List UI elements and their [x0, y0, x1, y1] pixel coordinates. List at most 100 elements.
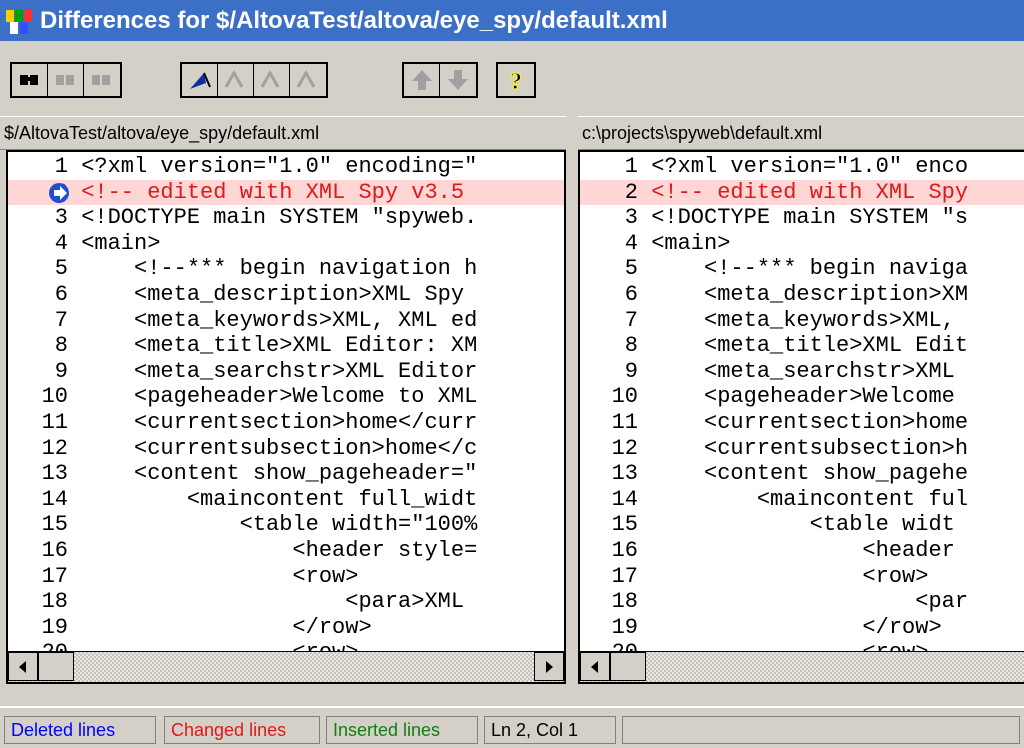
line-number: 19 — [611, 614, 638, 640]
code-line: 16 <header — [580, 538, 1024, 563]
line-number: 1 — [54, 154, 68, 179]
triangle-right-icon — [546, 660, 553, 673]
line-text: <currentsection>home</curr — [68, 410, 478, 435]
line-text: <meta_searchstr>XML — [638, 358, 969, 384]
code-line: 3 <!DOCTYPE main SYSTEM "s — [580, 205, 1024, 230]
option-b-button[interactable] — [254, 64, 290, 96]
left-diff-pane[interactable]: 20 <row>19 </row>18 <para>XML 17 <row>16… — [6, 150, 566, 684]
code-line: 16 <header style= — [8, 538, 564, 563]
line-text: <meta_title>XML Edit — [638, 333, 969, 359]
code-line: 18 <para>XML — [8, 589, 564, 614]
code-line: 9 <meta_searchstr>XML — [580, 359, 1024, 384]
line-text: <table widt — [638, 512, 955, 538]
line-number: 18 — [41, 589, 68, 615]
code-line: 15 <table widt — [580, 512, 1024, 537]
line-text: <currentsection>home — [638, 410, 969, 435]
line-number: 17 — [41, 563, 68, 589]
scroll-right-button[interactable] — [534, 652, 564, 681]
line-number: 17 — [611, 563, 638, 589]
line-text: <main> — [68, 230, 161, 256]
option-a-icon — [224, 69, 243, 88]
line-number: 2 — [624, 179, 638, 205]
line-text: <main> — [638, 230, 731, 256]
line-number: 3 — [54, 205, 68, 231]
line-text: <!DOCTYPE main SYSTEM "s — [638, 205, 969, 231]
find-button[interactable] — [12, 64, 48, 96]
line-text: <meta_keywords>XML, XML ed — [68, 307, 478, 333]
pane-splitter[interactable] — [566, 116, 578, 684]
toolbar-group — [10, 62, 122, 98]
help-button[interactable]: ? — [498, 64, 534, 96]
status-bar: Deleted lines Changed lines Inserted lin… — [0, 706, 1024, 748]
option-b-icon — [260, 69, 279, 88]
line-text: </row> — [638, 614, 942, 640]
right-diff-pane[interactable]: 20 <row>19 </row>18 <par17 <row>16 <head… — [578, 150, 1024, 684]
status-empty-panel — [622, 716, 1020, 744]
current-difference-arrow-icon — [48, 182, 72, 204]
line-number: 6 — [54, 282, 68, 307]
toolbar-group: ? — [496, 62, 536, 98]
line-text: <!-- edited with XML Spy v3.5 — [68, 179, 478, 205]
find-prev-button[interactable] — [84, 64, 120, 96]
help-icon: ? — [510, 69, 523, 94]
code-line: 13 <content show_pagehe — [580, 461, 1024, 486]
line-text: <?xml version="1.0" encoding=" — [68, 154, 478, 179]
left-horizontal-scrollbar[interactable] — [8, 651, 564, 682]
find-prev-icon — [92, 75, 110, 85]
line-number: 7 — [54, 307, 68, 333]
code-line: 13 <content show_pageheader=" — [8, 461, 564, 486]
line-text: <header — [638, 538, 969, 563]
left-scroll-thumb[interactable] — [38, 652, 74, 681]
line-text: <maincontent ful — [638, 486, 969, 512]
option-c-button[interactable] — [290, 64, 326, 96]
line-number: 3 — [624, 205, 638, 231]
code-line: 18 <par — [580, 589, 1024, 614]
line-text: <currentsubsection>home</c — [68, 435, 478, 461]
line-number: 4 — [624, 230, 638, 256]
find-next-button[interactable] — [48, 64, 84, 96]
arrow-down-button[interactable] — [440, 64, 476, 96]
right-scroll-thumb[interactable] — [610, 652, 646, 681]
line-text: <!--*** begin naviga — [638, 256, 969, 282]
line-number: 16 — [611, 538, 638, 563]
line-text: <row> — [68, 563, 359, 589]
left-file-path: $/AltovaTest/altova/eye_spy/default.xml — [0, 116, 566, 150]
arrow-up-button[interactable] — [404, 64, 440, 96]
pointer-button[interactable] — [182, 64, 218, 96]
option-a-button[interactable] — [218, 64, 254, 96]
code-line: 4 <main> — [580, 231, 1024, 256]
code-line: 17 <row> — [8, 564, 564, 589]
code-line: 5 <!--*** begin navigation h — [8, 256, 564, 281]
line-number: 13 — [611, 461, 638, 487]
changed-line: 2 <!-- edited with XML Spy v3.5 — [8, 179, 564, 205]
code-line: 1 <?xml version="1.0" encoding=" — [8, 154, 564, 179]
toolbar-group — [402, 62, 478, 98]
code-line: 10 <pageheader>Welcome — [580, 384, 1024, 409]
code-line: 17 <row> — [580, 564, 1024, 589]
scroll-left-button[interactable] — [8, 652, 38, 681]
line-number: 15 — [41, 512, 68, 538]
code-line: 12 <currentsubsection>home</c — [8, 436, 564, 461]
line-text: <meta_title>XML Editor: XM — [68, 333, 478, 359]
app-icon — [6, 8, 34, 34]
line-text: <table width="100% — [68, 512, 478, 538]
line-text: <content show_pageheader=" — [68, 461, 478, 487]
line-number: 18 — [611, 589, 638, 615]
line-text: <content show_pagehe — [638, 461, 969, 487]
right-horizontal-scrollbar[interactable] — [580, 651, 1024, 682]
line-text: <pageheader>Welcome — [638, 384, 969, 410]
code-line: 11 <currentsection>home — [580, 410, 1024, 435]
line-number: 7 — [624, 307, 638, 333]
code-line: 14 <maincontent ful — [580, 487, 1024, 512]
scroll-left-button[interactable] — [580, 652, 610, 681]
line-number: 10 — [41, 384, 68, 410]
line-text: <header style= — [68, 538, 478, 563]
line-text: </row> — [68, 614, 372, 640]
line-text: <?xml version="1.0" enco — [638, 154, 969, 179]
line-number: 5 — [54, 256, 68, 282]
toolbar-group — [180, 62, 328, 98]
line-number: 14 — [41, 486, 68, 512]
pointer-icon — [189, 72, 211, 89]
code-line: 6 <meta_description>XM — [580, 282, 1024, 307]
svg-text:?: ? — [510, 69, 522, 93]
